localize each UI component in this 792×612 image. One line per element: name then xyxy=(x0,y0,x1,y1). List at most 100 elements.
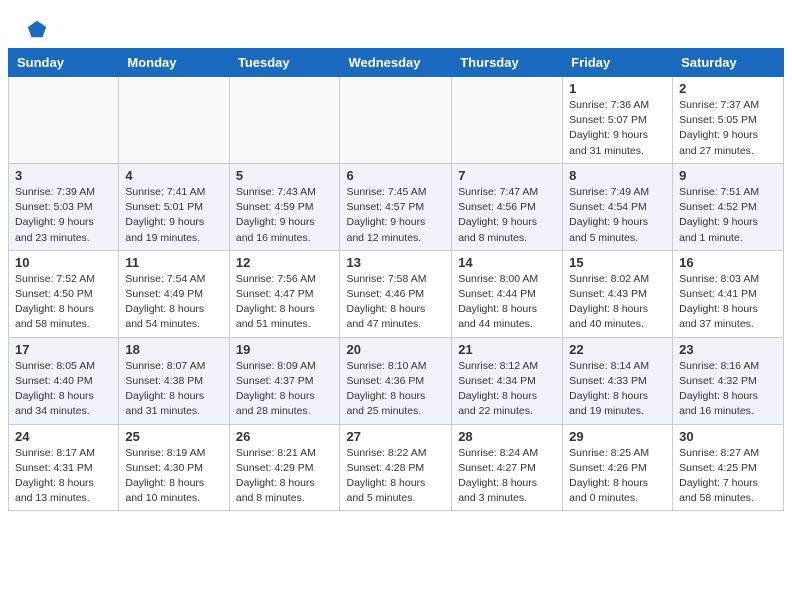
logo-icon xyxy=(26,18,48,40)
day-number: 24 xyxy=(15,429,112,444)
calendar-day-cell: 7 Sunrise: 7:47 AMSunset: 4:56 PMDaylight… xyxy=(452,163,563,250)
day-info: Sunrise: 7:43 AMSunset: 4:59 PMDaylight:… xyxy=(236,185,334,246)
day-info: Sunrise: 8:10 AMSunset: 4:36 PMDaylight:… xyxy=(346,359,445,420)
calendar-day-cell: 25 Sunrise: 8:19 AMSunset: 4:30 PMDayligh… xyxy=(119,424,229,511)
calendar-week-row: 1 Sunrise: 7:36 AMSunset: 5:07 PMDaylight… xyxy=(9,77,784,164)
calendar-week-row: 3Sunrise: 7:39 AMSunset: 5:03 PMDaylight… xyxy=(9,163,784,250)
calendar-day-cell: 20 Sunrise: 8:10 AMSunset: 4:36 PMDayligh… xyxy=(340,337,452,424)
day-info: Sunrise: 7:47 AMSunset: 4:56 PMDaylight:… xyxy=(458,185,556,246)
day-number: 20 xyxy=(346,342,445,357)
day-info: Sunrise: 7:56 AMSunset: 4:47 PMDaylight:… xyxy=(236,272,334,333)
calendar-header-saturday: Saturday xyxy=(673,49,784,77)
day-number: 23 xyxy=(679,342,777,357)
calendar-day-cell: 11 Sunrise: 7:54 AMSunset: 4:49 PMDayligh… xyxy=(119,250,229,337)
calendar-week-row: 17 Sunrise: 8:05 AMSunset: 4:40 PMDayligh… xyxy=(9,337,784,424)
day-info: Sunrise: 8:02 AMSunset: 4:43 PMDaylight:… xyxy=(569,272,666,333)
calendar-day-cell: 19 Sunrise: 8:09 AMSunset: 4:37 PMDayligh… xyxy=(229,337,340,424)
day-info: Sunrise: 7:54 AMSunset: 4:49 PMDaylight:… xyxy=(125,272,222,333)
calendar-day-cell: 14 Sunrise: 8:00 AMSunset: 4:44 PMDayligh… xyxy=(452,250,563,337)
calendar-day-cell xyxy=(229,77,340,164)
day-info: Sunrise: 8:03 AMSunset: 4:41 PMDaylight:… xyxy=(679,272,777,333)
day-number: 11 xyxy=(125,255,222,270)
day-number: 28 xyxy=(458,429,556,444)
day-info: Sunrise: 8:12 AMSunset: 4:34 PMDaylight:… xyxy=(458,359,556,420)
day-number: 25 xyxy=(125,429,222,444)
day-number: 7 xyxy=(458,168,556,183)
day-number: 17 xyxy=(15,342,112,357)
day-number: 2 xyxy=(679,81,777,96)
calendar-day-cell: 13 Sunrise: 7:58 AMSunset: 4:46 PMDayligh… xyxy=(340,250,452,337)
calendar-day-cell: 4 Sunrise: 7:41 AMSunset: 5:01 PMDaylight… xyxy=(119,163,229,250)
day-info: Sunrise: 7:37 AMSunset: 5:05 PMDaylight:… xyxy=(679,98,777,159)
day-number: 21 xyxy=(458,342,556,357)
day-number: 3 xyxy=(15,168,112,183)
calendar-day-cell: 8 Sunrise: 7:49 AMSunset: 4:54 PMDaylight… xyxy=(563,163,673,250)
calendar-day-cell: 23 Sunrise: 8:16 AMSunset: 4:32 PMDayligh… xyxy=(673,337,784,424)
day-number: 1 xyxy=(569,81,666,96)
day-number: 13 xyxy=(346,255,445,270)
calendar-day-cell: 3Sunrise: 7:39 AMSunset: 5:03 PMDaylight… xyxy=(9,163,119,250)
calendar-day-cell: 24 Sunrise: 8:17 AMSunset: 4:31 PMDayligh… xyxy=(9,424,119,511)
calendar-week-row: 24 Sunrise: 8:17 AMSunset: 4:31 PMDayligh… xyxy=(9,424,784,511)
calendar-header-sunday: Sunday xyxy=(9,49,119,77)
day-info: Sunrise: 8:25 AMSunset: 4:26 PMDaylight:… xyxy=(569,446,666,507)
calendar-day-cell: 2 Sunrise: 7:37 AMSunset: 5:05 PMDaylight… xyxy=(673,77,784,164)
calendar-day-cell: 28 Sunrise: 8:24 AMSunset: 4:27 PMDayligh… xyxy=(452,424,563,511)
day-number: 30 xyxy=(679,429,777,444)
calendar-header-thursday: Thursday xyxy=(452,49,563,77)
day-info: Sunrise: 8:19 AMSunset: 4:30 PMDaylight:… xyxy=(125,446,222,507)
calendar-day-cell: 16Sunrise: 8:03 AMSunset: 4:41 PMDayligh… xyxy=(673,250,784,337)
day-info: Sunrise: 7:58 AMSunset: 4:46 PMDaylight:… xyxy=(346,272,445,333)
day-number: 5 xyxy=(236,168,334,183)
calendar-day-cell xyxy=(119,77,229,164)
day-number: 19 xyxy=(236,342,334,357)
day-number: 15 xyxy=(569,255,666,270)
day-info: Sunrise: 8:14 AMSunset: 4:33 PMDaylight:… xyxy=(569,359,666,420)
day-info: Sunrise: 8:07 AMSunset: 4:38 PMDaylight:… xyxy=(125,359,222,420)
day-info: Sunrise: 7:52 AMSunset: 4:50 PMDaylight:… xyxy=(15,272,112,333)
day-number: 10 xyxy=(15,255,112,270)
day-info: Sunrise: 8:05 AMSunset: 4:40 PMDaylight:… xyxy=(15,359,112,420)
calendar-table: SundayMondayTuesdayWednesdayThursdayFrid… xyxy=(8,48,784,511)
day-number: 26 xyxy=(236,429,334,444)
calendar-day-cell: 10 Sunrise: 7:52 AMSunset: 4:50 PMDayligh… xyxy=(9,250,119,337)
calendar-day-cell: 1 Sunrise: 7:36 AMSunset: 5:07 PMDaylight… xyxy=(563,77,673,164)
day-info: Sunrise: 8:24 AMSunset: 4:27 PMDaylight:… xyxy=(458,446,556,507)
calendar-day-cell: 15 Sunrise: 8:02 AMSunset: 4:43 PMDayligh… xyxy=(563,250,673,337)
day-info: Sunrise: 7:51 AMSunset: 4:52 PMDaylight:… xyxy=(679,185,777,246)
calendar-day-cell: 5 Sunrise: 7:43 AMSunset: 4:59 PMDaylight… xyxy=(229,163,340,250)
logo xyxy=(24,18,48,40)
day-info: Sunrise: 8:16 AMSunset: 4:32 PMDaylight:… xyxy=(679,359,777,420)
calendar-header-row: SundayMondayTuesdayWednesdayThursdayFrid… xyxy=(9,49,784,77)
day-number: 14 xyxy=(458,255,556,270)
day-number: 27 xyxy=(346,429,445,444)
calendar-header-friday: Friday xyxy=(563,49,673,77)
calendar-day-cell: 21 Sunrise: 8:12 AMSunset: 4:34 PMDayligh… xyxy=(452,337,563,424)
calendar-day-cell xyxy=(9,77,119,164)
calendar-day-cell xyxy=(452,77,563,164)
day-number: 9 xyxy=(679,168,777,183)
day-info: Sunrise: 7:36 AMSunset: 5:07 PMDaylight:… xyxy=(569,98,666,159)
day-number: 6 xyxy=(346,168,445,183)
day-info: Sunrise: 8:17 AMSunset: 4:31 PMDaylight:… xyxy=(15,446,112,507)
calendar-day-cell: 30Sunrise: 8:27 AMSunset: 4:25 PMDayligh… xyxy=(673,424,784,511)
calendar-day-cell: 27Sunrise: 8:22 AMSunset: 4:28 PMDayligh… xyxy=(340,424,452,511)
calendar-wrapper: SundayMondayTuesdayWednesdayThursdayFrid… xyxy=(0,48,792,519)
calendar-day-cell: 18Sunrise: 8:07 AMSunset: 4:38 PMDayligh… xyxy=(119,337,229,424)
calendar-day-cell: 29Sunrise: 8:25 AMSunset: 4:26 PMDayligh… xyxy=(563,424,673,511)
day-number: 22 xyxy=(569,342,666,357)
day-info: Sunrise: 8:09 AMSunset: 4:37 PMDaylight:… xyxy=(236,359,334,420)
calendar-header-tuesday: Tuesday xyxy=(229,49,340,77)
calendar-day-cell: 6 Sunrise: 7:45 AMSunset: 4:57 PMDaylight… xyxy=(340,163,452,250)
calendar-day-cell: 26 Sunrise: 8:21 AMSunset: 4:29 PMDayligh… xyxy=(229,424,340,511)
day-info: Sunrise: 7:45 AMSunset: 4:57 PMDaylight:… xyxy=(346,185,445,246)
day-info: Sunrise: 7:49 AMSunset: 4:54 PMDaylight:… xyxy=(569,185,666,246)
calendar-day-cell: 17 Sunrise: 8:05 AMSunset: 4:40 PMDayligh… xyxy=(9,337,119,424)
day-number: 4 xyxy=(125,168,222,183)
calendar-header-wednesday: Wednesday xyxy=(340,49,452,77)
day-number: 12 xyxy=(236,255,334,270)
day-info: Sunrise: 7:41 AMSunset: 5:01 PMDaylight:… xyxy=(125,185,222,246)
day-number: 8 xyxy=(569,168,666,183)
day-info: Sunrise: 8:00 AMSunset: 4:44 PMDaylight:… xyxy=(458,272,556,333)
day-info: Sunrise: 8:21 AMSunset: 4:29 PMDaylight:… xyxy=(236,446,334,507)
